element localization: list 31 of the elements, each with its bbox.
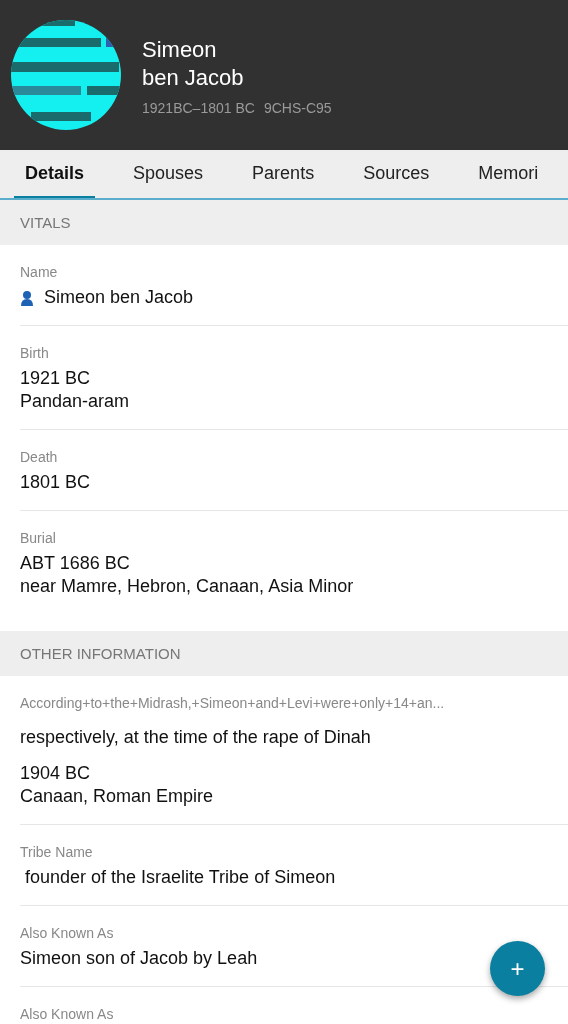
field-value: 1921 BC — [20, 367, 91, 390]
field-value: Canaan, Roman Empire — [20, 785, 214, 808]
field-value: ABT 1686 BC — [20, 552, 130, 575]
field-label: Tribe Name — [20, 844, 94, 860]
field-value: Pandan-aram — [20, 390, 130, 413]
tab[interactable]: Parents — [241, 150, 326, 198]
field-value: Simeon ben Jacob — [44, 286, 194, 309]
field-label: Also Known As — [20, 1006, 115, 1022]
section-title: OTHER INFORMATION — [20, 645, 181, 662]
person-name: Simeon — [142, 36, 218, 64]
field-label: Also Known As — [20, 925, 115, 941]
add-button[interactable]: + — [490, 941, 545, 996]
tab[interactable]: Spouses — [122, 150, 215, 198]
field-label: Birth — [20, 345, 50, 361]
field-label: Name — [20, 264, 59, 280]
person-id: 9CHS-C95 — [263, 100, 332, 116]
person-surname: ben Jacob — [142, 64, 245, 92]
field-value: Simeon son of Jacob by Leah — [20, 947, 258, 970]
field-value: 1904 BC — [20, 762, 91, 785]
lifespan: 1921BC–1801 BC — [142, 100, 255, 116]
field-label: Death — [20, 449, 59, 465]
field-label: Burial — [20, 530, 57, 546]
field-value: near Mamre, Hebron, Canaan, Asia Minor — [20, 575, 354, 598]
field-note: respectively, at the time of the rape of Dinah — [20, 727, 372, 748]
section-title: VITALS — [20, 214, 71, 231]
field-value: 1801 BC — [20, 471, 91, 494]
tab[interactable]: Sources — [352, 150, 441, 198]
person-icon — [20, 289, 34, 306]
tab[interactable]: Memori — [467, 150, 550, 198]
field-value: founder of the Israelite Tribe of Simeon — [24, 866, 336, 889]
field-label: According+to+the+Midrash,+Simeon+and+Levi+were+only+14+an... — [20, 695, 446, 711]
